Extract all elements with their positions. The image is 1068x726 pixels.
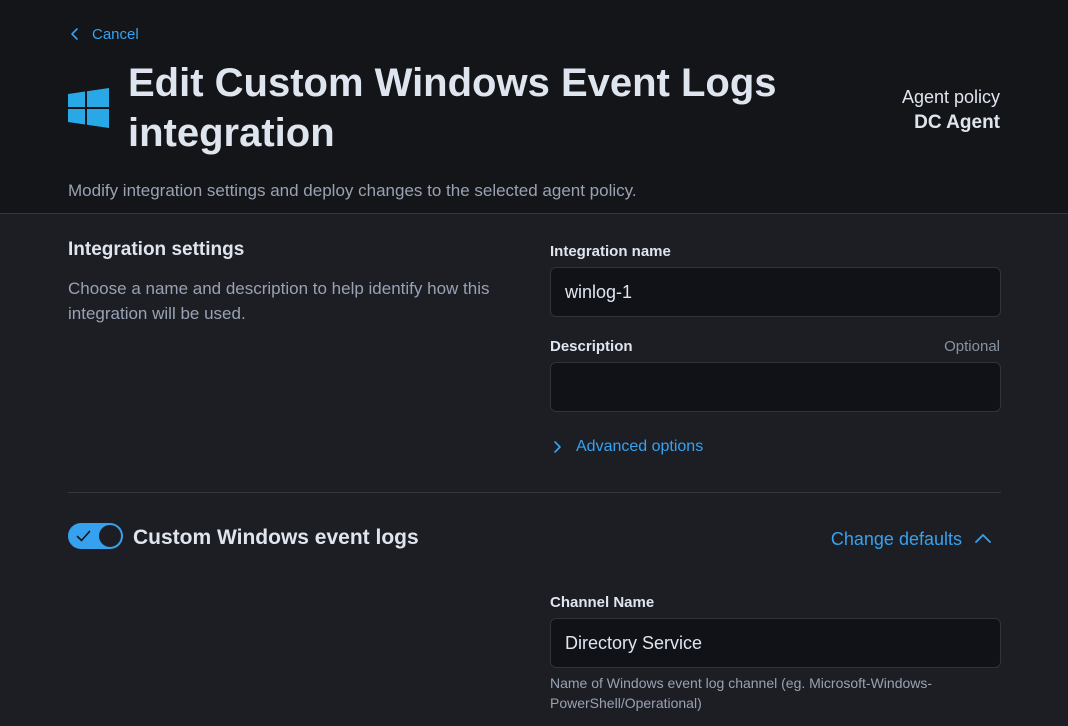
integration-settings-description: Choose a name and description to help id… [68,279,490,323]
cancel-label: Cancel [92,25,139,43]
custom-windows-event-logs-switch[interactable] [68,523,123,549]
chevron-up-icon [975,534,991,543]
advanced-options-toggle[interactable]: Advanced options [550,436,703,458]
integration-name-input[interactable]: winlog-1 [550,267,1001,317]
cancel-link[interactable]: Cancel [68,24,139,44]
description-input[interactable] [550,362,1001,412]
check-icon [76,530,91,542]
switch-knob [98,524,122,548]
page-title: Edit Custom Windows Event Logs integrati… [128,61,777,155]
section-divider [68,492,1001,493]
channel-name-input[interactable]: Directory Service [550,618,1001,668]
stream-title: Custom Windows event logs [133,526,419,549]
channel-name-help-text: Name of Windows event log channel (eg. M… [550,675,933,711]
integration-name-label: Integration name [550,243,671,260]
chevron-left-icon [71,28,78,40]
description-label: Description [550,338,633,355]
agent-policy-info: Agent policy DC Agent [902,86,1000,138]
chevron-right-icon [554,441,561,453]
change-defaults-label: Change defaults [830,528,962,549]
description-optional-hint: Optional [944,338,1000,355]
windows-logo-icon [68,88,109,128]
channel-name-label: Channel Name [550,594,655,611]
page-subtitle: Modify integration settings and deploy c… [68,181,637,200]
agent-policy-label: Agent policy [901,87,1000,107]
agent-policy-value: DC Agent [914,112,1000,133]
page-header: Cancel Edit Custom Windows Event Logs in… [0,0,1068,214]
advanced-options-label: Advanced options [576,438,704,455]
change-defaults-button[interactable]: Change defaults [831,527,992,551]
integration-settings-title: Integration settings [68,239,245,260]
